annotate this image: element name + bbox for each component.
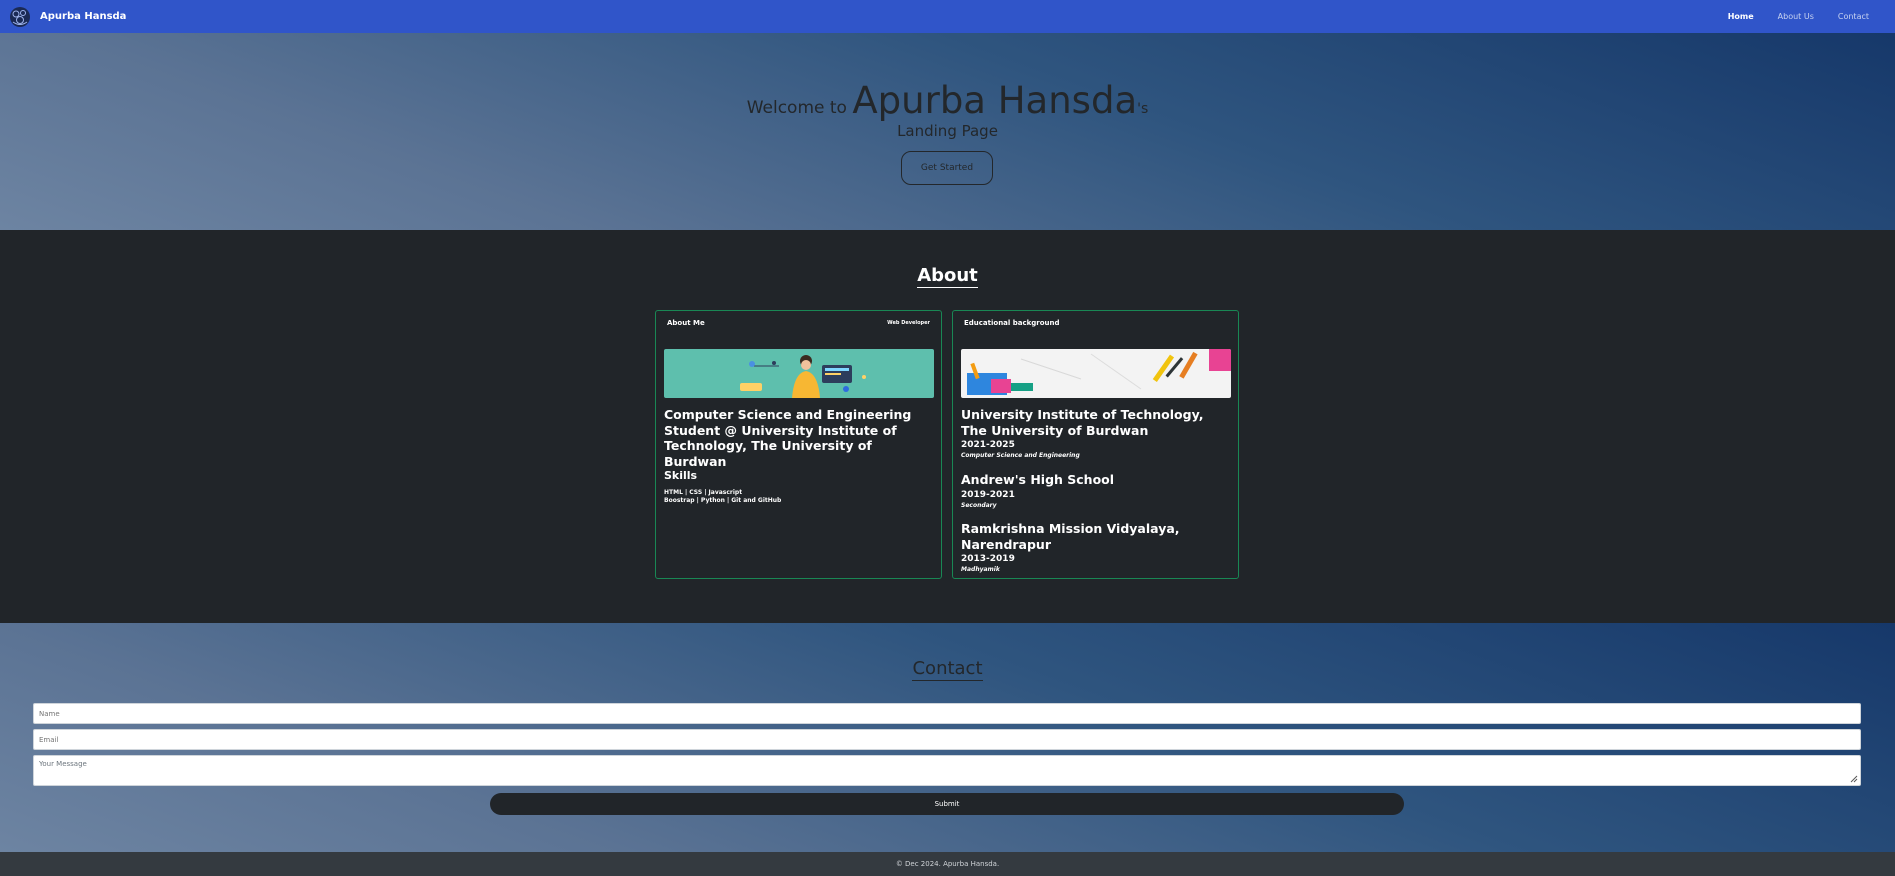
school-course: Computer Science and Engineering [961, 452, 1080, 459]
email-input[interactable] [33, 729, 1861, 750]
school-course: Madhyamik [961, 566, 1000, 573]
card-title: Educational background [964, 319, 1060, 327]
web-developer-illustration [664, 349, 934, 398]
navbar: Apurba Hansda Home About Us Contact [0, 0, 1895, 33]
school-years: 2013-2019 [961, 554, 1015, 564]
education-card: Educational background University Instit… [952, 310, 1239, 579]
contact-section: Contact Your Message Submit [0, 623, 1895, 852]
about-me-headline: Computer Science and Engineering Student… [664, 407, 912, 469]
card-tag: Web Developer [887, 320, 930, 326]
message-placeholder: Your Message [39, 760, 87, 768]
school-name: University Institute of Technology, The … [961, 407, 1204, 438]
card-title: About Me [667, 319, 705, 327]
nav-link-contact[interactable]: Contact [1838, 12, 1869, 21]
nav-link-about-us[interactable]: About Us [1778, 12, 1814, 21]
card-header: Educational background [964, 319, 1227, 327]
school-years: 2021-2025 [961, 440, 1015, 450]
school-course: Secondary [961, 501, 997, 509]
school-name: Andrew's High School [961, 472, 1115, 487]
nav-link-home[interactable]: Home [1728, 12, 1754, 21]
skills-title: Skills [664, 469, 698, 482]
school-years: 2019-2021 [961, 489, 1015, 500]
about-me-card: About Me Web Developer Computer Science … [655, 310, 942, 579]
brand-name: Apurba Hansda [40, 11, 127, 22]
submit-button[interactable]: Submit [490, 793, 1404, 815]
footer-text: © Dec 2024. Apurba Hansda. [895, 860, 1000, 868]
skills-line: HTML | CSS | Javascript [664, 489, 743, 496]
hero-section: Welcome to Apurba Hansda's Landing Page … [0, 33, 1895, 230]
message-textarea[interactable]: Your Message [33, 755, 1861, 786]
hero-welcome: Welcome to [746, 98, 853, 118]
get-started-button[interactable]: Get Started [901, 151, 993, 185]
contact-title: Contact [912, 658, 983, 681]
footer: © Dec 2024. Apurba Hansda. [0, 852, 1895, 876]
education-item: Ramkrishna Mission Vidyalaya, Narendrapu… [961, 521, 1230, 573]
hero-subtitle: Landing Page [897, 122, 998, 140]
hero-suffix: 's [1137, 101, 1149, 117]
education-item: Andrew's High School 2019-2021 Secondary [961, 472, 1230, 509]
skills-line: Boostrap | Python | Git and GitHub [664, 497, 782, 504]
name-input[interactable] [33, 703, 1861, 724]
about-section: About About Me Web Developer Computer Sc… [0, 230, 1895, 623]
hero-name: Apurba Hansda [852, 79, 1138, 122]
education-item: University Institute of Technology, The … [961, 407, 1230, 459]
resize-grip-icon[interactable] [1850, 775, 1858, 783]
about-title: About [917, 265, 978, 288]
brand[interactable]: Apurba Hansda [8, 5, 126, 29]
school-name: Ramkrishna Mission Vidyalaya, Narendrapu… [961, 521, 1180, 552]
nav-links: Home About Us Contact [1728, 12, 1887, 21]
brand-logo-icon [10, 6, 30, 27]
education-illustration [961, 349, 1231, 398]
hero-heading: Welcome to Apurba Hansda's [0, 79, 1895, 122]
card-header: About Me Web Developer [667, 319, 930, 327]
